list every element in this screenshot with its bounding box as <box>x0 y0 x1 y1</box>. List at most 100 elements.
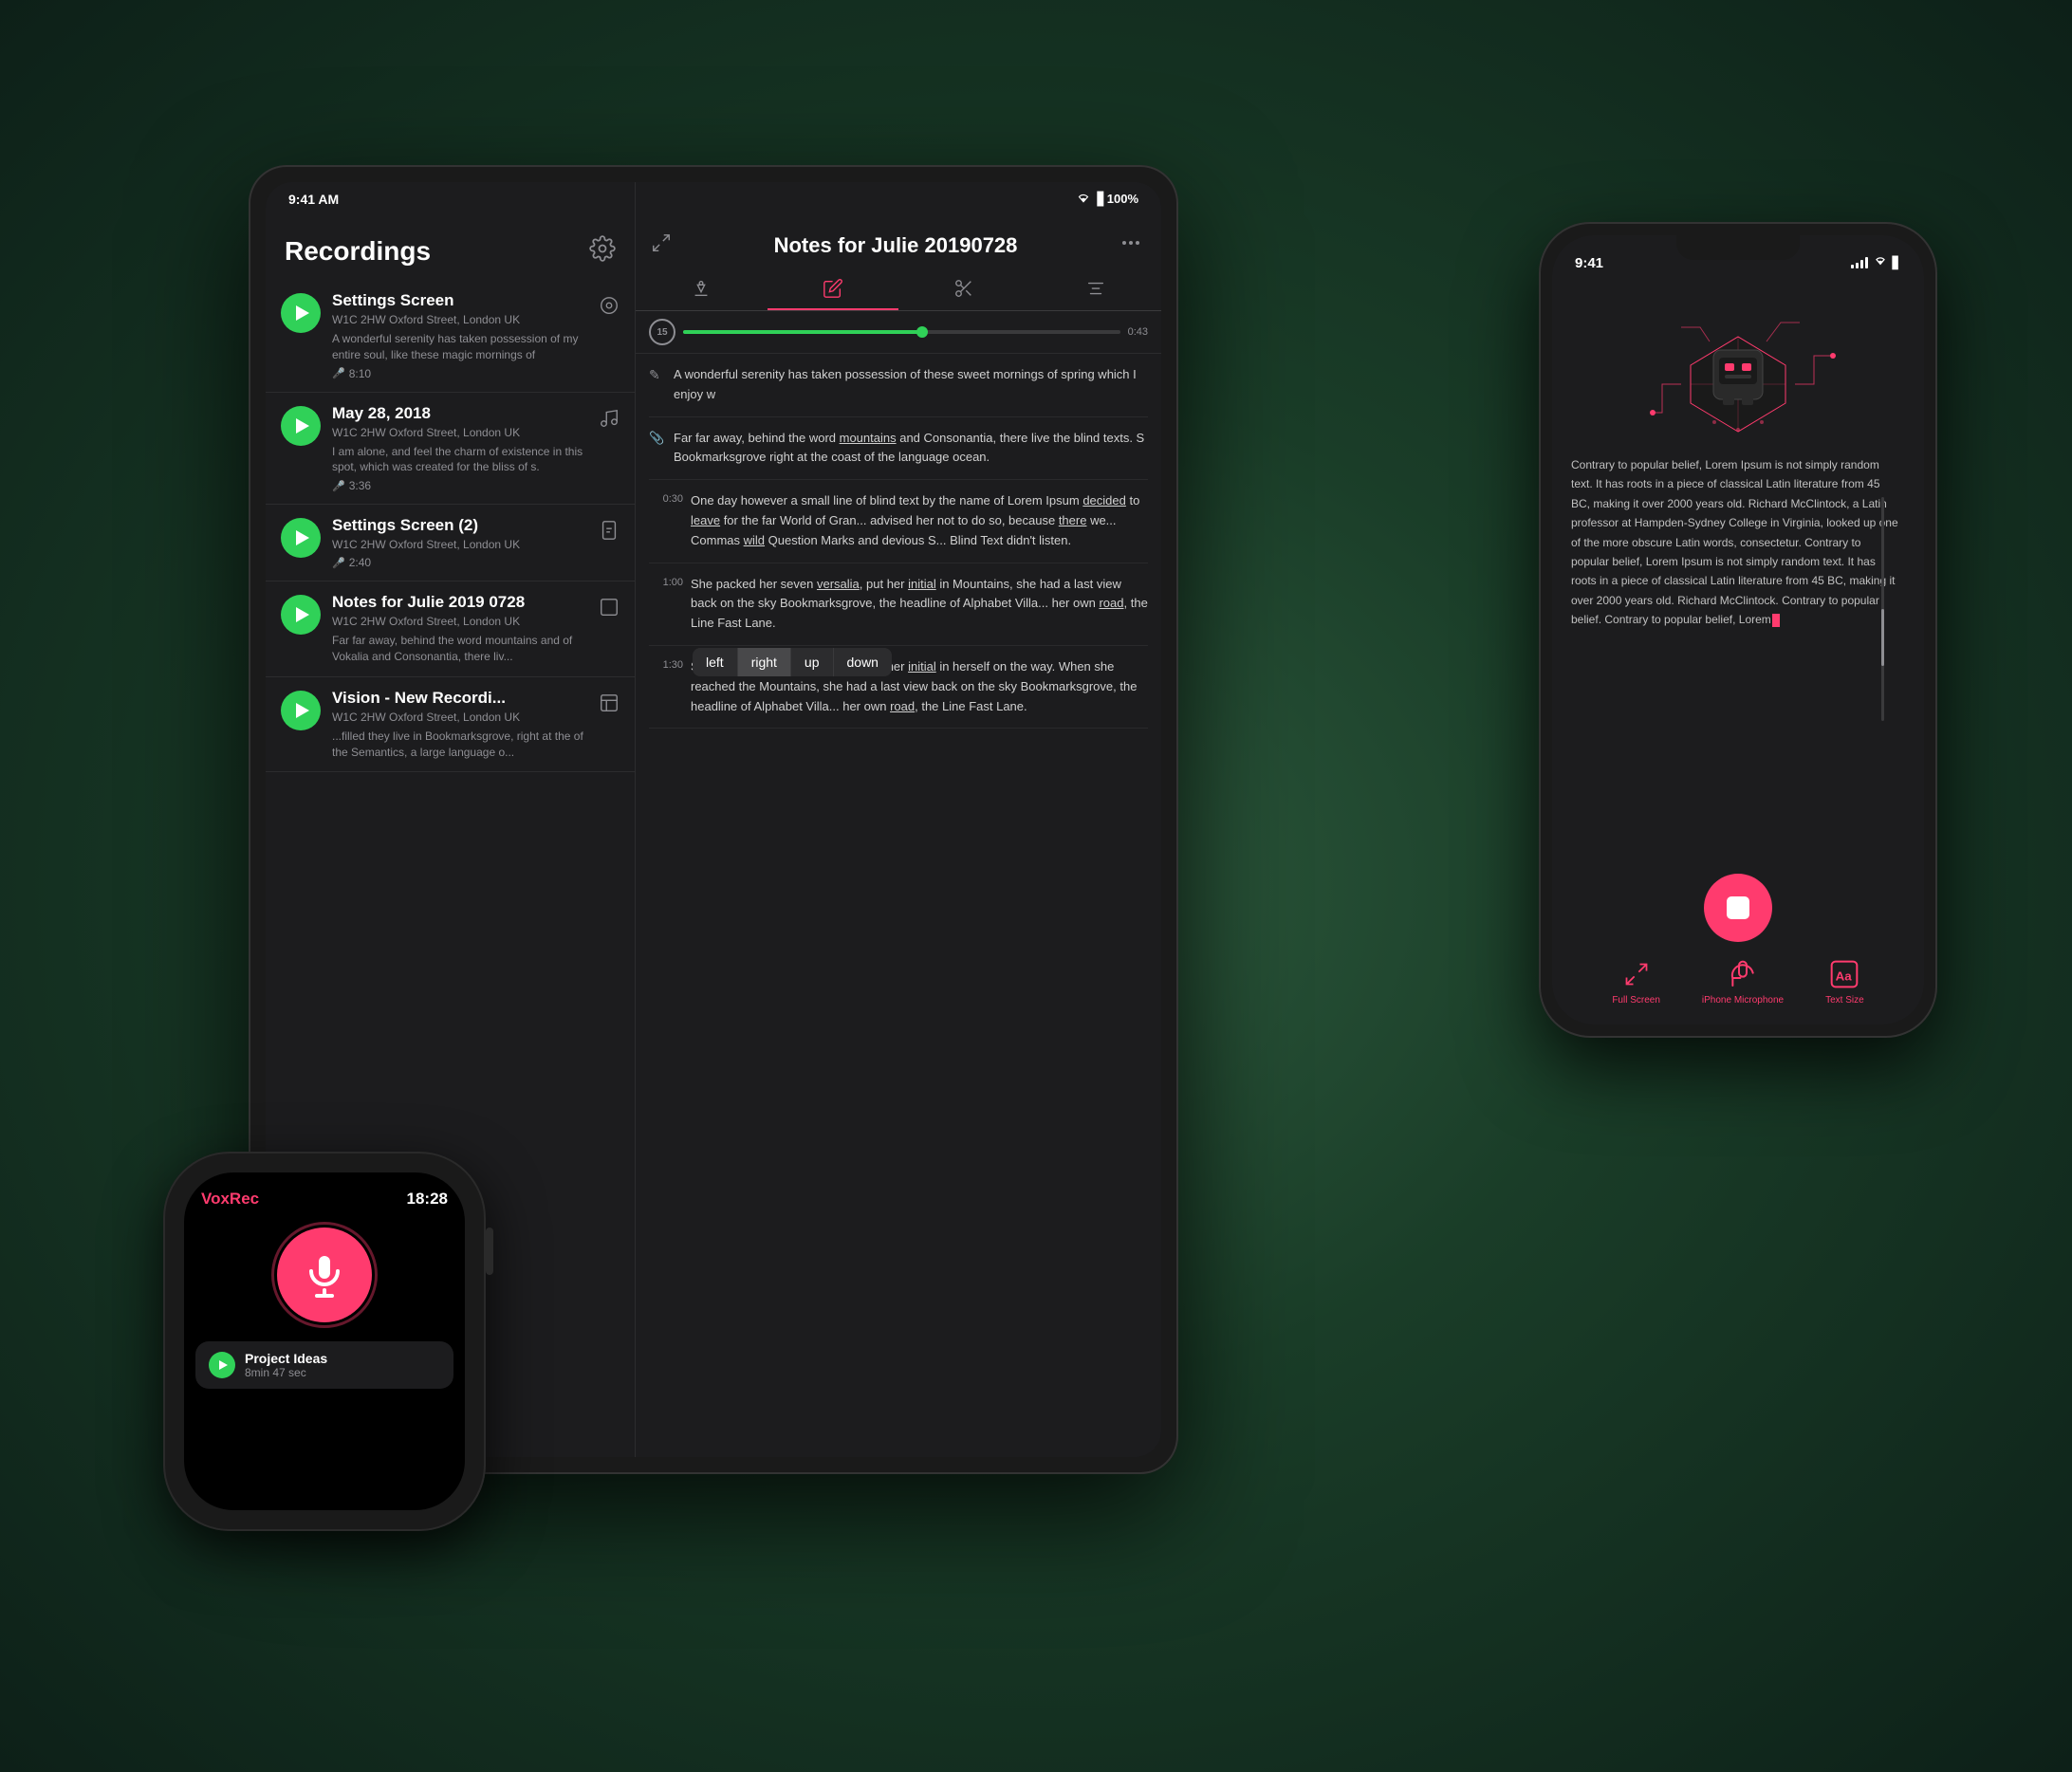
recording-location: W1C 2HW Oxford Street, London UK <box>332 426 587 439</box>
transcript-area: ✎ A wonderful serenity has taken possess… <box>636 354 1161 1457</box>
notes-header: Notes for Julie 20190728 <box>636 216 1161 268</box>
scene: 9:41 AM ▋100% Recordings <box>135 127 1937 1645</box>
watch-device: VoxRec 18:28 <box>163 1152 486 1531</box>
notes-panel: Notes for Julie 20190728 <box>636 182 1161 1457</box>
watch-record-button[interactable] <box>277 1227 372 1322</box>
svg-text:Aa: Aa <box>1836 969 1853 984</box>
tab-cut[interactable] <box>898 268 1030 310</box>
scrollbar-track <box>1881 497 1884 721</box>
recordings-header: Recordings <box>266 216 635 280</box>
ctx-left[interactable]: left <box>693 648 738 676</box>
tab-settings[interactable] <box>1030 268 1162 310</box>
play-button[interactable] <box>281 293 321 333</box>
wifi-icon <box>1075 192 1092 208</box>
tab-transcript[interactable] <box>636 268 768 310</box>
recording-item[interactable]: Settings Screen (2) W1C 2HW Oxford Stree… <box>266 505 635 581</box>
watch-item-duration: 8min 47 sec <box>245 1366 327 1379</box>
iphone-device: 9:41 ▋ <box>1539 222 1937 1038</box>
battery-icon: ▋ <box>1893 256 1901 269</box>
wifi-icon <box>1873 254 1888 271</box>
recording-info: Settings Screen (2) W1C 2HW Oxford Stree… <box>332 516 587 569</box>
watch-crown <box>486 1227 493 1275</box>
recording-preview: I am alone, and feel the charm of existe… <box>332 444 587 476</box>
recording-location: W1C 2HW Oxford Street, London UK <box>332 615 587 628</box>
signal-bars-icon <box>1851 257 1868 268</box>
context-menu: left right up down <box>693 648 892 676</box>
tabs-row <box>636 268 1161 311</box>
watch-header: VoxRec 18:28 <box>184 1172 465 1216</box>
recording-item[interactable]: May 28, 2018 W1C 2HW Oxford Street, Lond… <box>266 393 635 506</box>
watch-recording-item[interactable]: Project Ideas 8min 47 sec <box>195 1341 453 1389</box>
iphone-bottom-controls: Full Screen iPhone Microphone <box>1552 873 1924 1024</box>
iphone-time: 9:41 <box>1575 255 1603 271</box>
audio-scrubber[interactable]: 15 0:43 <box>636 311 1161 354</box>
recording-location: W1C 2HW Oxford Street, London UK <box>332 711 587 724</box>
ipad-status-icons: ▋100% <box>1075 192 1138 208</box>
iphone-status-icons: ▋ <box>1851 254 1901 271</box>
transcript-text: She packed her seven versalia, put her i… <box>691 575 1148 634</box>
recording-duration: 🎤 3:36 <box>332 479 587 492</box>
timestamp: 1:00 <box>649 575 683 634</box>
transcript-text: One day however a small line of blind te… <box>691 491 1148 550</box>
iphone-text-content: Contrary to popular belief, Lorem Ipsum … <box>1571 455 1905 873</box>
ctx-down[interactable]: down <box>834 648 892 676</box>
watch-time: 18:28 <box>407 1190 448 1209</box>
notes-title: Notes for Julie 20190728 <box>672 233 1119 258</box>
more-icon[interactable] <box>1119 231 1142 259</box>
iphone-screen: 9:41 ▋ <box>1552 235 1924 1024</box>
expand-icon[interactable] <box>651 232 672 258</box>
play-button[interactable] <box>281 691 321 730</box>
textsize-label: Text Size <box>1825 995 1864 1006</box>
scrubber-wrap[interactable] <box>683 330 1120 334</box>
recording-item[interactable]: Notes for Julie 2019 0728 W1C 2HW Oxford… <box>266 581 635 677</box>
recording-item[interactable]: Settings Screen W1C 2HW Oxford Street, L… <box>266 280 635 393</box>
recording-info: Notes for Julie 2019 0728 W1C 2HW Oxford… <box>332 593 587 665</box>
mic-small-icon: 🎤 <box>332 367 345 379</box>
recording-title: Vision - New Recordi... <box>332 689 587 708</box>
meta-icon <box>599 408 620 432</box>
stop-button[interactable] <box>1704 874 1772 942</box>
tab-edit[interactable] <box>768 268 899 310</box>
ctx-right[interactable]: right <box>738 648 791 676</box>
recording-title: Settings Screen <box>332 291 587 310</box>
recording-title: Settings Screen (2) <box>332 516 587 535</box>
microphone-action[interactable]: iPhone Microphone <box>1702 957 1784 1006</box>
replay-button[interactable]: 15 <box>649 319 675 345</box>
text-cursor <box>1772 614 1780 627</box>
ctx-up[interactable]: up <box>791 648 834 676</box>
transcript-block: 0:30 One day however a small line of bli… <box>649 480 1148 563</box>
play-button[interactable] <box>281 406 321 446</box>
recording-preview: A wonderful serenity has taken possessio… <box>332 331 587 363</box>
textsize-action[interactable]: Aa Text Size <box>1825 957 1864 1006</box>
ipad-time: 9:41 AM <box>288 192 339 207</box>
timestamp: 1:30 <box>649 657 683 716</box>
play-button[interactable] <box>281 595 321 635</box>
recording-preview: ...filled they live in Bookmarksgrove, r… <box>332 729 587 761</box>
recording-duration: 🎤 8:10 <box>332 367 587 380</box>
recording-location: W1C 2HW Oxford Street, London UK <box>332 313 587 326</box>
transcript-block: 1:00 She packed her seven versalia, put … <box>649 563 1148 646</box>
body-text: Contrary to popular belief, Lorem Ipsum … <box>1571 458 1898 626</box>
scrubber-track[interactable] <box>683 330 1120 334</box>
mic-small-icon: 🎤 <box>332 557 345 569</box>
fullscreen-action[interactable]: Full Screen <box>1612 957 1660 1006</box>
meta-icon <box>599 597 620 620</box>
battery-icon: ▋100% <box>1098 192 1138 207</box>
scrubber-thumb <box>916 326 928 338</box>
watch-play-button[interactable] <box>209 1352 235 1378</box>
mic-refresh-icon <box>1726 957 1760 991</box>
watch-item-title: Project Ideas <box>245 1351 327 1366</box>
scrollbar-thumb <box>1881 609 1884 666</box>
timestamp: 0:30 <box>649 491 683 550</box>
stop-icon <box>1727 896 1749 919</box>
transcript-text: A wonderful serenity has taken possessio… <box>674 365 1148 405</box>
recording-item[interactable]: Vision - New Recordi... W1C 2HW Oxford S… <box>266 677 635 773</box>
watch-item-info: Project Ideas 8min 47 sec <box>245 1351 327 1379</box>
recording-info: Vision - New Recordi... W1C 2HW Oxford S… <box>332 689 587 761</box>
robot-svg <box>1624 289 1852 451</box>
settings-icon[interactable] <box>589 235 616 267</box>
watch-screen: VoxRec 18:28 <box>184 1172 465 1510</box>
play-button[interactable] <box>281 518 321 558</box>
recording-preview: Far far away, behind the word mountains … <box>332 633 587 665</box>
recording-info: May 28, 2018 W1C 2HW Oxford Street, Lond… <box>332 404 587 493</box>
